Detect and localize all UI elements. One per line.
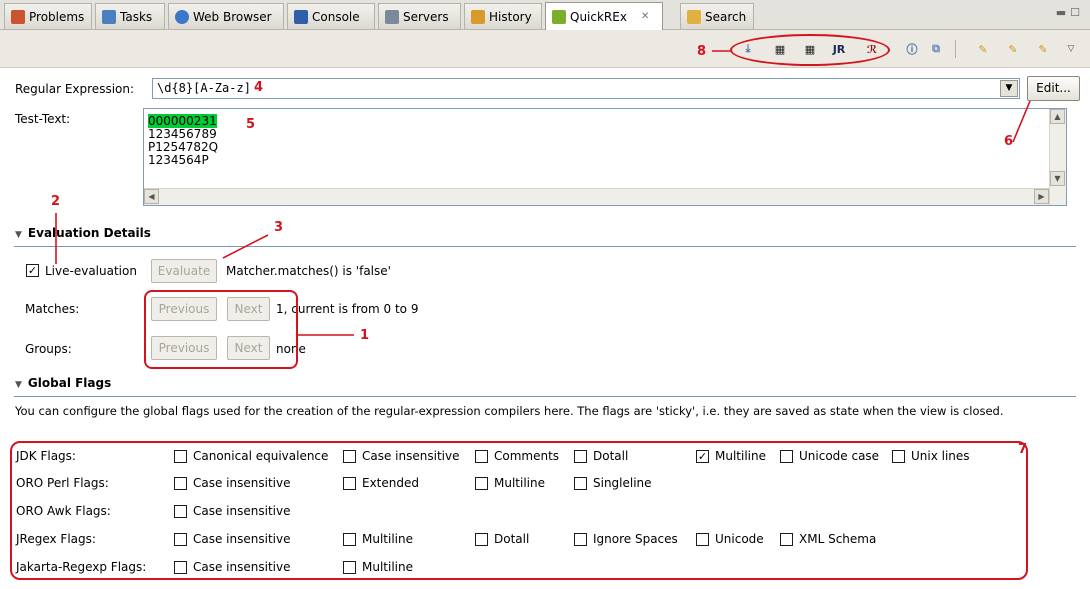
view-tab-bar: Problems Tasks Web Browser Console Serve… — [0, 0, 1090, 30]
annotation-number: 5 — [246, 117, 256, 132]
evaluation-status: Matcher.matches() is 'false' — [226, 264, 391, 278]
maximize-icon[interactable]: ☐ — [1070, 6, 1084, 19]
tab-label: Console — [312, 9, 360, 24]
tab-label: Problems — [29, 9, 85, 24]
global-flags-section-header[interactable]: ▼ Global Flags — [15, 376, 111, 390]
annotation-number: 2 — [51, 194, 61, 209]
scroll-down-icon[interactable]: ▼ — [1050, 171, 1065, 186]
search-icon — [687, 9, 701, 24]
view-menu-icon[interactable]: ▽ — [1064, 41, 1078, 57]
tab-web-browser[interactable]: Web Browser — [168, 3, 284, 29]
tab-history[interactable]: History — [464, 3, 542, 29]
tab-label: History — [489, 9, 532, 24]
section-divider — [14, 396, 1076, 397]
tab-label: Web Browser — [193, 9, 272, 24]
annotation-number: 1 — [360, 328, 370, 343]
live-evaluation-checkbox[interactable]: ✓ — [26, 264, 39, 277]
tab-quickrex[interactable]: QuickREx ✕ — [545, 2, 663, 30]
test-line: 1234564P — [148, 153, 209, 167]
regex-label: Regular Expression: — [15, 82, 135, 96]
annotation-number: 4 — [254, 80, 264, 95]
tab-label: Tasks — [120, 9, 153, 24]
scroll-right-icon[interactable]: ▶ — [1034, 189, 1049, 204]
load-regex-icon[interactable]: ✎ — [974, 41, 992, 57]
annotation-number: 8 — [697, 44, 707, 59]
globe-icon — [175, 9, 189, 24]
evaluation-title: Evaluation Details — [27, 226, 151, 240]
tab-label: QuickREx — [570, 9, 627, 24]
copy-icon[interactable]: ⧉ — [928, 41, 944, 57]
match-highlight: 000000231 — [148, 114, 217, 128]
evaluation-section-header[interactable]: ▼ Evaluation Details — [15, 226, 151, 240]
annotation-number: 7 — [1018, 442, 1028, 457]
scroll-up-icon[interactable]: ▲ — [1050, 109, 1065, 124]
annotation-ellipse-toolbar — [730, 34, 890, 66]
live-evaluation-label: Live-evaluation — [45, 264, 137, 278]
matches-label: Matches: — [25, 302, 80, 316]
tasks-icon — [102, 9, 116, 24]
quickrex-icon — [552, 9, 566, 24]
test-text-label: Test-Text: — [15, 112, 71, 126]
evaluate-button[interactable]: Evaluate — [151, 259, 217, 283]
history-icon — [471, 9, 485, 24]
horizontal-scrollbar[interactable]: ◀ ▶ — [144, 188, 1049, 205]
tab-label: Search — [705, 9, 747, 24]
test-text-area[interactable]: 000000231 123456789 P1254782Q 1234564P ▲… — [143, 108, 1067, 206]
problems-icon — [11, 9, 25, 24]
toolbar-separator — [955, 40, 956, 58]
save-text-icon[interactable]: ✎ — [1034, 41, 1052, 57]
global-flags-title: Global Flags — [27, 376, 112, 390]
annotation-box-navigation — [144, 290, 298, 369]
annotation-number: 6 — [1004, 134, 1014, 149]
scroll-left-icon[interactable]: ◀ — [144, 189, 159, 204]
test-text-content: 000000231 123456789 P1254782Q 1234564P — [148, 114, 218, 167]
servers-icon — [385, 9, 399, 24]
load-text-icon[interactable]: ✎ — [1004, 41, 1022, 57]
console-icon — [294, 9, 308, 24]
tab-servers[interactable]: Servers — [378, 3, 461, 29]
close-icon[interactable]: ✕ — [641, 11, 649, 22]
window-controls: ▬☐ — [1056, 6, 1084, 19]
minimize-icon[interactable]: ▬ — [1056, 6, 1070, 19]
info-icon[interactable]: ⓘ — [904, 41, 920, 57]
global-flags-description: You can configure the global flags used … — [15, 404, 1004, 418]
regex-input[interactable]: \d{8}[A-Za-z] — [152, 78, 1020, 99]
tab-search[interactable]: Search — [680, 3, 754, 29]
groups-label: Groups: — [25, 342, 72, 356]
section-divider — [14, 246, 1076, 247]
annotation-number: 3 — [274, 220, 284, 235]
chevron-down-icon[interactable]: ▼ — [1000, 80, 1018, 97]
collapse-icon[interactable]: ▼ — [15, 230, 22, 240]
collapse-icon[interactable]: ▼ — [15, 380, 22, 390]
view-toolbar: ⤓ ▦ ▦ JR ℛ ⓘ ⧉ ✎ ✎ ✎ ▽ — [0, 30, 1090, 68]
tab-problems[interactable]: Problems — [4, 3, 92, 29]
edit-button[interactable]: Edit... — [1027, 76, 1080, 101]
tab-tasks[interactable]: Tasks — [95, 3, 165, 29]
tab-label: Servers — [403, 9, 449, 24]
annotation-box-flags — [10, 441, 1028, 580]
vertical-scrollbar[interactable]: ▲ ▼ — [1049, 109, 1066, 205]
tab-console[interactable]: Console — [287, 3, 375, 29]
